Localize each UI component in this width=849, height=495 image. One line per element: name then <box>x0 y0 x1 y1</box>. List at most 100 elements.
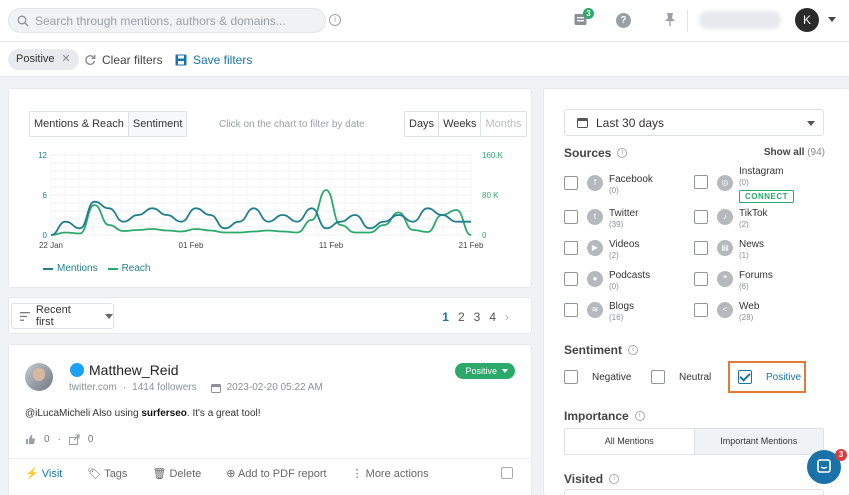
date-range-select[interactable]: Last 30 days <box>564 109 824 136</box>
source-facebook[interactable]: f Facebook (0) <box>564 174 653 196</box>
add-to-pdf-button[interactable]: ⊕ Add to PDF report <box>226 467 326 480</box>
sentiment-negative[interactable]: Negative <box>564 370 631 384</box>
help-icon[interactable]: ? <box>616 13 631 28</box>
play-icon: ▶ <box>587 240 603 256</box>
source-forums[interactable]: ❝ Forums (6) <box>694 270 773 292</box>
checkbox[interactable] <box>694 303 708 317</box>
x-tick-label: 22 Jan <box>39 241 63 250</box>
microphone-icon: ● <box>587 271 603 287</box>
sort-bar: Recent first 1 2 3 4 › <box>8 297 532 334</box>
tag-icon: 🏷︎ <box>87 468 102 480</box>
author-name[interactable]: Matthew_Reid <box>89 362 179 378</box>
divider <box>9 458 533 459</box>
tab-sentiment[interactable]: Sentiment <box>128 112 187 136</box>
range-tabs: Days Weeks Months <box>404 111 527 137</box>
source-blogs[interactable]: ≋ Blogs (16) <box>564 301 634 323</box>
checkbox[interactable] <box>694 241 708 255</box>
page-4[interactable]: 4 <box>489 310 496 324</box>
search-input[interactable] <box>35 13 325 28</box>
checkbox[interactable] <box>651 370 665 384</box>
search-info-icon[interactable]: i <box>329 14 341 26</box>
chevron-down-icon <box>105 313 113 319</box>
source-twitter[interactable]: t Twitter (39) <box>564 208 638 230</box>
sort-dropdown[interactable]: Recent first <box>11 303 114 329</box>
tags-button[interactable]: 🏷︎ Tags <box>87 467 127 480</box>
source-web[interactable]: < Web (28) <box>694 301 759 323</box>
checkbox[interactable] <box>564 241 578 255</box>
importance-title: Importance i <box>564 409 645 423</box>
legend-item-mentions[interactable]: Mentions <box>43 263 98 274</box>
source-podcasts[interactable]: ● Podcasts (0) <box>564 270 650 292</box>
sentiment-positive[interactable]: Positive <box>738 370 801 384</box>
visited-tabs[interactable] <box>564 489 824 495</box>
clear-filters-button[interactable]: Clear filters <box>84 53 163 67</box>
mention-text: @iLucaMicheli Also using surferseo. It's… <box>25 408 261 419</box>
info-icon[interactable]: i <box>609 474 620 484</box>
chevron-right-icon[interactable]: › <box>505 310 509 324</box>
chart-legend: Mentions Reach <box>43 263 150 274</box>
select-mention-checkbox[interactable] <box>501 467 513 479</box>
checkbox[interactable] <box>694 272 708 286</box>
tab-all-mentions[interactable]: All Mentions <box>565 429 694 454</box>
info-icon[interactable]: i <box>617 148 628 158</box>
sentiment-neutral[interactable]: Neutral <box>651 370 711 384</box>
bolt-icon: ⚡ <box>25 468 39 480</box>
chevron-down-icon[interactable] <box>828 17 836 22</box>
sentiment-badge[interactable]: Positive <box>455 363 515 379</box>
connect-button[interactable]: CONNECT <box>739 190 795 203</box>
source-instagram[interactable]: ◎ Instagram (0) CONNECT <box>694 166 795 203</box>
checkbox[interactable] <box>694 210 708 224</box>
news-icon: ▤ <box>717 240 733 256</box>
facebook-icon: f <box>587 175 603 191</box>
visit-button[interactable]: ⚡ Visit <box>25 467 62 480</box>
plus-circle-icon: ⊕ <box>226 468 236 480</box>
search-icon <box>17 15 29 26</box>
chat-bubbles-icon: ❝ <box>717 271 733 287</box>
project-selector[interactable] <box>699 11 781 29</box>
sort-icon <box>20 311 30 321</box>
delete-button[interactable]: 🗑︎ Delete <box>152 467 201 480</box>
tab-months[interactable]: Months <box>481 112 525 136</box>
info-icon[interactable]: i <box>634 411 645 421</box>
checkbox[interactable] <box>564 303 578 317</box>
page-3[interactable]: 3 <box>474 310 481 324</box>
tiktok-icon: ♪ <box>717 209 733 225</box>
y-tick-label-left: 12 <box>38 151 47 160</box>
importance-tabs: All Mentions Important Mentions <box>564 428 824 455</box>
mention-domain[interactable]: twitter.com <box>69 382 117 393</box>
page-1[interactable]: 1 <box>442 310 449 324</box>
tab-important-mentions[interactable]: Important Mentions <box>693 429 823 454</box>
source-tiktok[interactable]: ♪ TikTok (2) <box>694 208 768 230</box>
show-all-link[interactable]: Show all (94) <box>764 147 825 158</box>
author-avatar[interactable] <box>25 363 53 391</box>
notification-badge: 3 <box>583 8 594 19</box>
filter-chip-positive[interactable]: Positive ✕ <box>8 49 79 70</box>
likes-count: 0 <box>44 434 50 445</box>
checkbox[interactable] <box>694 175 708 189</box>
page-2[interactable]: 2 <box>458 310 465 324</box>
source-videos[interactable]: ▶ Videos (2) <box>564 239 639 261</box>
checkbox-checked[interactable] <box>738 370 752 384</box>
more-actions-button[interactable]: ⋮ More actions <box>352 467 429 480</box>
pin-icon[interactable] <box>664 12 676 27</box>
mention-followers: 1414 followers <box>132 382 197 393</box>
tab-weeks[interactable]: Weeks <box>439 112 482 136</box>
search-box[interactable] <box>8 8 326 33</box>
legend-item-reach[interactable]: Reach <box>107 263 150 274</box>
mention-actions: ⚡ Visit 🏷︎ Tags 🗑︎ Delete ⊕ Add to PDF r… <box>25 467 429 480</box>
close-icon[interactable]: ✕ <box>61 49 70 70</box>
visited-title: Visited i <box>564 472 620 486</box>
tab-mentions-reach[interactable]: Mentions & Reach <box>30 112 129 136</box>
checkbox[interactable] <box>564 210 578 224</box>
save-filters-button[interactable]: Save filters <box>175 53 252 67</box>
source-news[interactable]: ▤ News (1) <box>694 239 764 261</box>
chevron-down-icon <box>807 121 815 126</box>
checkbox[interactable] <box>564 370 578 384</box>
user-avatar[interactable]: K <box>795 8 819 32</box>
info-icon[interactable]: i <box>628 345 639 355</box>
mentions-reach-chart[interactable]: 12 6 0 160.K 80 K 0 22 Jan 01 Feb 11 Feb 21 Feb <box>9 145 533 255</box>
checkbox[interactable] <box>564 176 578 190</box>
checkbox[interactable] <box>564 272 578 286</box>
rss-icon: ≋ <box>587 302 603 318</box>
tab-days[interactable]: Days <box>405 112 440 136</box>
